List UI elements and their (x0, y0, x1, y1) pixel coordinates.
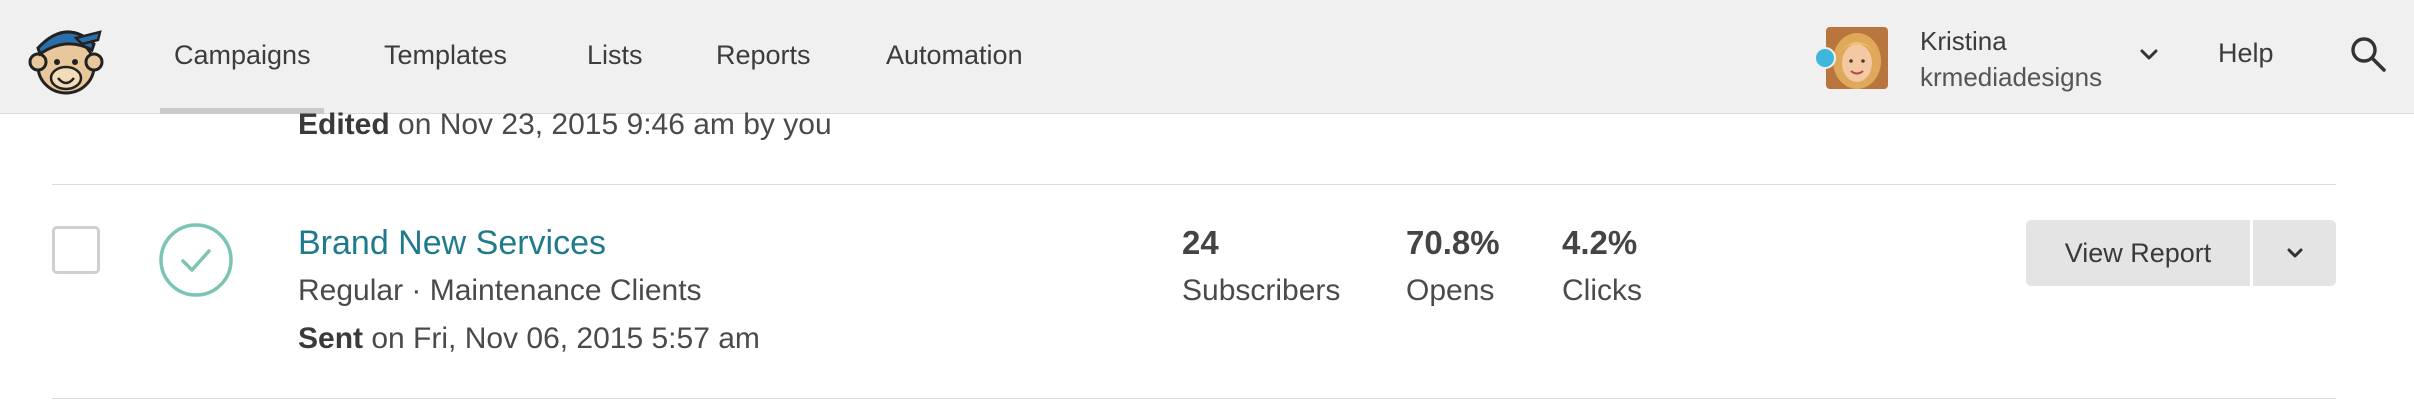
user-account-name[interactable]: krmediadesigns (1920, 62, 2102, 93)
previous-campaign-status: Edited on Nov 23, 2015 9:46 am by you (298, 108, 832, 142)
campaign-select-checkbox[interactable] (52, 226, 100, 274)
status-detail: on Fri, Nov 06, 2015 5:57 am (363, 322, 760, 355)
help-link[interactable]: Help (2218, 38, 2274, 69)
campaign-type-list: Regular · Maintenance Clients (298, 274, 702, 307)
check-circle-icon (159, 223, 233, 297)
chevron-down-icon (2287, 248, 2302, 258)
mailchimp-logo-icon[interactable] (26, 18, 106, 98)
nav-lists[interactable]: Lists (587, 38, 643, 72)
stat-subscribers-label: Subscribers (1182, 274, 1341, 307)
user-avatar-group[interactable] (1814, 27, 1890, 91)
stat-opens-value: 70.8% (1406, 224, 1500, 261)
nav-templates[interactable]: Templates (384, 38, 507, 72)
status-word: Sent (298, 322, 364, 355)
chevron-down-icon[interactable] (2138, 44, 2160, 66)
row-divider (52, 398, 2336, 399)
online-status-dot (1814, 47, 1836, 69)
stat-subscribers-value: 24 (1182, 224, 1219, 261)
nav-reports[interactable]: Reports (716, 38, 811, 72)
campaign-sent-date: Sent on Fri, Nov 06, 2015 5:57 am (298, 322, 760, 356)
stat-clicks-label: Clicks (1562, 274, 1642, 307)
nav-automation[interactable]: Automation (886, 38, 1023, 72)
status-word: Edited (298, 108, 390, 141)
status-detail: on Nov 23, 2015 9:46 am by you (389, 108, 832, 141)
user-name[interactable]: Kristina (1920, 26, 2007, 57)
stat-clicks-value: 4.2% (1562, 224, 1638, 261)
stat-opens-label: Opens (1406, 274, 1495, 307)
campaign-actions-dropdown-button[interactable] (2253, 220, 2336, 286)
search-icon[interactable] (2348, 34, 2388, 74)
row-divider (52, 184, 2336, 185)
nav-campaigns[interactable]: Campaigns (174, 38, 311, 72)
top-navigation-bar: Campaigns Templates Lists Reports Automa… (0, 0, 2414, 114)
campaign-title-link[interactable]: Brand New Services (298, 224, 606, 263)
view-report-button[interactable]: View Report (2026, 220, 2250, 286)
